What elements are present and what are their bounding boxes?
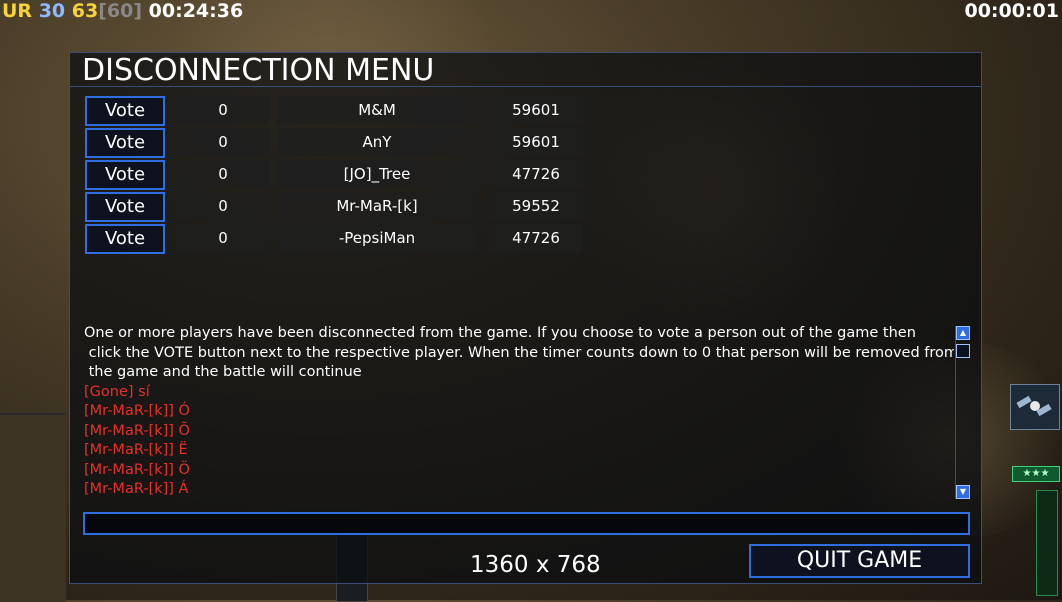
disconnection-dialog: DISCONNECTION MENU Vote 0 M&M 59601 Vote… — [69, 52, 982, 584]
hud-stat-a: 30 — [38, 0, 66, 22]
player-id: 59601 — [489, 128, 583, 156]
player-name: Mr-MaR-[k] — [277, 192, 477, 220]
vote-count: 0 — [176, 192, 270, 220]
hud-faction: UR — [2, 0, 33, 22]
vote-button[interactable]: Vote — [85, 192, 165, 222]
satellite-icon[interactable] — [1010, 384, 1060, 430]
player-id: 59552 — [489, 192, 583, 220]
hud-stats: UR 30 63[60] 00:24:36 — [2, 0, 243, 22]
chat-message: [Gone] sí — [84, 383, 150, 400]
hud-stat-b: 63 — [71, 0, 99, 22]
chat-log: One or more players have been disconnect… — [84, 324, 954, 502]
player-name: AnY — [277, 128, 477, 156]
player-name: [JO]_Tree — [277, 160, 477, 188]
quit-game-button[interactable]: QUIT GAME — [749, 544, 970, 578]
vote-count: 0 — [176, 224, 270, 252]
chat-input[interactable] — [83, 512, 970, 535]
power-meter — [1036, 490, 1058, 596]
scroll-thumb[interactable] — [956, 344, 970, 358]
dialog-title: DISCONNECTION MENU — [82, 53, 435, 88]
chat-scrollbar[interactable]: ▲ ▼ — [955, 326, 970, 499]
info-line: One or more players have been disconnect… — [84, 325, 916, 341]
triangle-up-icon[interactable]: ▲ — [956, 326, 970, 340]
vote-button[interactable]: Vote — [85, 160, 165, 190]
player-name: M&M — [277, 96, 477, 124]
player-id: 59601 — [489, 96, 583, 124]
chat-message: [Mr-MaR-[k]] Á — [84, 481, 189, 497]
hud-stat-c: [60] — [98, 0, 143, 22]
vote-button[interactable]: Vote — [85, 128, 165, 158]
vote-button[interactable]: Vote — [85, 224, 165, 254]
player-id: 47726 — [489, 224, 583, 252]
player-name: -PepsiMan — [277, 224, 477, 252]
vote-button[interactable]: Vote — [85, 96, 165, 126]
title-divider — [70, 86, 981, 87]
triangle-down-icon[interactable]: ▼ — [956, 485, 970, 499]
info-line: click the VOTE button next to the respec… — [84, 344, 954, 361]
chat-message: [Mr-MaR-[k]] Ó — [84, 403, 190, 419]
vote-count: 0 — [176, 160, 270, 188]
chat-message: [Mr-MaR-[k]] Ö — [84, 461, 190, 478]
rank-stars-icon: ★★★ — [1012, 466, 1060, 482]
player-id: 47726 — [489, 160, 583, 188]
resolution-text: 1360 x 768 — [470, 552, 601, 578]
info-line: the game and the battle will continue — [84, 364, 362, 380]
chat-message: [Mr-MaR-[k]] Õ — [84, 422, 190, 439]
vote-count: 0 — [176, 96, 270, 124]
minimap[interactable] — [0, 413, 66, 602]
countdown-timer: 00:00:01 — [964, 0, 1059, 22]
chat-message: [Mr-MaR-[k]] Ë — [84, 442, 188, 458]
elapsed-time: 00:24:36 — [148, 0, 244, 22]
vote-count: 0 — [176, 128, 270, 156]
